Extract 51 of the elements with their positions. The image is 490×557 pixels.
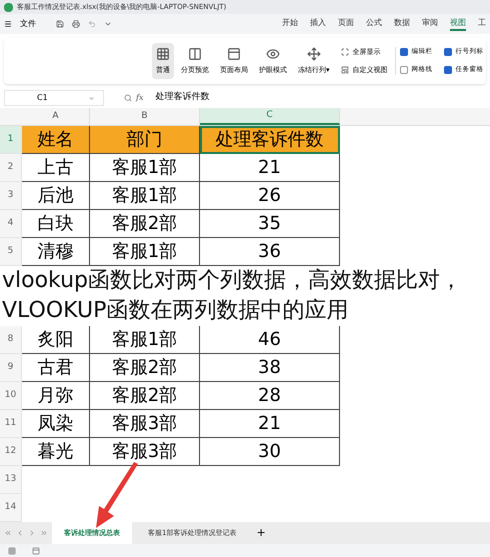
table-cell: 客服2部 xyxy=(90,354,200,382)
row-header[interactable]: 11 xyxy=(0,410,22,438)
header-cell: 部门 xyxy=(90,126,200,154)
column-header[interactable]: A xyxy=(22,108,90,125)
row-header[interactable]: 4 xyxy=(0,210,22,238)
table-cell: 客服1部 xyxy=(90,154,200,182)
table-cell: 暮光 xyxy=(22,438,90,466)
row-header[interactable]: 2 xyxy=(0,154,22,182)
table-cell: 21 xyxy=(200,154,340,182)
row-header[interactable]: 5 xyxy=(0,238,22,266)
table-cell: 上古 xyxy=(22,154,90,182)
row-header[interactable]: 13 xyxy=(0,466,22,494)
table-cell: 月弥 xyxy=(22,382,90,410)
formula-field[interactable]: 处理客诉件数 xyxy=(155,91,210,105)
header-cell: 处理客诉件数 xyxy=(200,126,340,154)
table-cell: 凤染 xyxy=(22,410,90,438)
row-header[interactable]: 12 xyxy=(0,438,22,466)
menu-tab[interactable]: 开始 xyxy=(282,17,298,31)
table-cell: 28 xyxy=(200,382,340,410)
caption: vlookup函数比对两个列数据，高效数据比对，VLOOKUP函数在两列数据中的应用 xyxy=(2,267,464,325)
table-cell: 客服2部 xyxy=(90,210,200,238)
table-cell: 21 xyxy=(200,410,340,438)
menu-tab[interactable]: 页面 xyxy=(338,17,354,31)
file-menu[interactable]: 文件 xyxy=(20,18,36,30)
table-cell: 古君 xyxy=(22,354,90,382)
row-header[interactable]: 1 xyxy=(0,126,22,154)
table-cell: 38 xyxy=(200,354,340,382)
row-header[interactable]: 14 xyxy=(0,494,22,522)
table-cell: 后池 xyxy=(22,182,90,210)
table-cell: 客服1部 xyxy=(90,182,200,210)
table-cell: 客服3部 xyxy=(90,410,200,438)
table-cell: 白玦 xyxy=(22,210,90,238)
menu-tab[interactable]: 审阅 xyxy=(422,17,438,31)
menu-tab[interactable]: 工 xyxy=(478,17,486,31)
row-header[interactable]: 10 xyxy=(0,382,22,410)
header-cell: 姓名 xyxy=(22,126,90,154)
row-header[interactable]: 3 xyxy=(0,182,22,210)
table-cell: 客服2部 xyxy=(90,382,200,410)
table-cell: 30 xyxy=(200,438,340,466)
row-header[interactable]: 9 xyxy=(0,354,22,382)
function-label[interactable]: fx xyxy=(136,92,144,104)
menu-tab[interactable]: 视图 xyxy=(450,17,466,31)
name-box[interactable]: C1 xyxy=(4,90,104,106)
column-header[interactable]: C xyxy=(200,108,340,125)
menu-tab[interactable]: 公式 xyxy=(366,17,382,31)
add-sheet-button[interactable]: + xyxy=(252,524,270,542)
table-cell: 35 xyxy=(200,210,340,238)
table-cell: 26 xyxy=(200,182,340,210)
row-header[interactable]: 8 xyxy=(0,326,22,354)
menu-tab[interactable]: 数据 xyxy=(394,17,410,31)
menu-tab[interactable]: 插入 xyxy=(310,17,326,31)
